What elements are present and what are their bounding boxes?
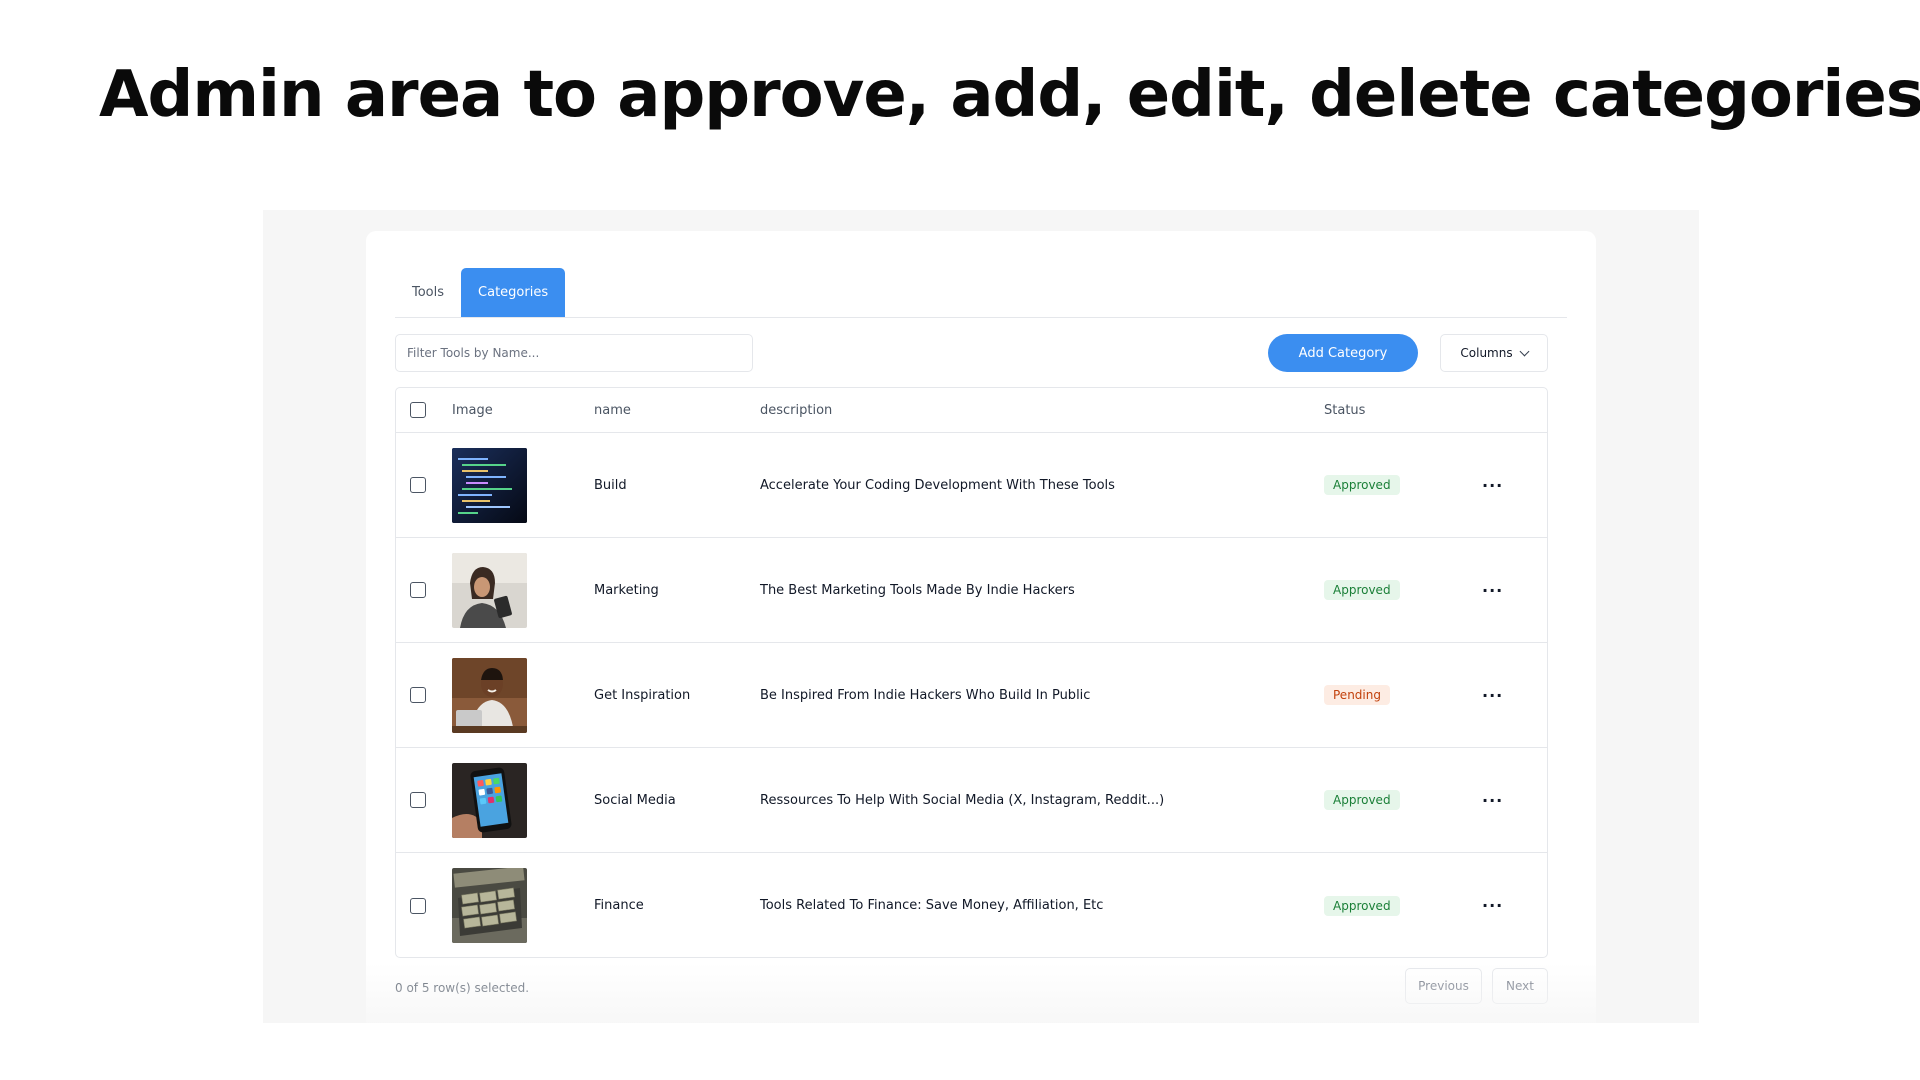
header-name[interactable]: name	[594, 388, 631, 432]
more-horizontal-icon[interactable]: ···	[1478, 892, 1507, 919]
header-image: Image	[452, 402, 493, 418]
previous-page-button[interactable]: Previous	[1405, 968, 1482, 1004]
table-row: Finance Tools Related To Finance: Save M…	[396, 853, 1547, 957]
category-name: Get Inspiration	[594, 687, 691, 703]
category-description: Ressources To Help With Social Media (X,…	[760, 792, 1165, 808]
categories-table: Image name description Status Build Acce…	[395, 387, 1548, 958]
status-badge: Approved	[1324, 790, 1400, 810]
more-horizontal-icon[interactable]: ···	[1478, 787, 1507, 814]
category-name: Build	[594, 477, 627, 493]
screenshot-stage: Tools Categories Add Category Columns Im…	[263, 210, 1699, 1023]
table-row: Get Inspiration Be Inspired From Indie H…	[396, 643, 1547, 748]
status-badge: Pending	[1324, 685, 1390, 705]
more-horizontal-icon[interactable]: ···	[1478, 577, 1507, 604]
header-status[interactable]: Status	[1324, 388, 1365, 432]
category-name: Marketing	[594, 582, 659, 598]
category-description: Accelerate Your Coding Development With …	[760, 477, 1115, 493]
table-row: Social Media Ressources To Help With Soc…	[396, 748, 1547, 853]
more-horizontal-icon[interactable]: ···	[1478, 682, 1507, 709]
category-image	[452, 762, 527, 838]
select-all-checkbox[interactable]	[410, 402, 426, 418]
table-header-row: Image name description Status	[396, 388, 1547, 433]
table-row: Build Accelerate Your Coding Development…	[396, 433, 1547, 538]
row-checkbox[interactable]	[410, 477, 426, 493]
header-description[interactable]: description	[760, 388, 832, 432]
tab-tools[interactable]: Tools	[395, 268, 461, 317]
more-horizontal-icon[interactable]: ···	[1478, 472, 1507, 499]
next-page-button[interactable]: Next	[1492, 968, 1548, 1004]
status-badge: Approved	[1324, 580, 1400, 600]
category-name: Finance	[594, 898, 644, 913]
category-image	[452, 657, 527, 733]
add-category-button[interactable]: Add Category	[1268, 334, 1418, 372]
row-checkbox[interactable]	[410, 687, 426, 703]
category-description: The Best Marketing Tools Made By Indie H…	[760, 582, 1075, 598]
row-checkbox[interactable]	[410, 582, 426, 598]
status-badge: Approved	[1324, 895, 1400, 916]
category-image	[452, 447, 527, 523]
page-headline: Admin area to approve, add, edit, delete…	[99, 58, 1920, 132]
admin-panel: Tools Categories Add Category Columns Im…	[366, 231, 1596, 1023]
table-row: Marketing The Best Marketing Tools Made …	[396, 538, 1547, 643]
row-checkbox[interactable]	[410, 897, 426, 914]
row-checkbox[interactable]	[410, 792, 426, 808]
filter-tools-input[interactable]	[395, 334, 753, 372]
tab-categories[interactable]: Categories	[461, 268, 566, 317]
columns-dropdown-button[interactable]: Columns	[1440, 334, 1548, 372]
category-image	[452, 868, 527, 943]
category-description: Be Inspired From Indie Hackers Who Build…	[760, 687, 1091, 703]
tab-bar: Tools Categories	[395, 268, 1567, 318]
columns-label: Columns	[1460, 346, 1513, 360]
status-badge: Approved	[1324, 475, 1400, 495]
category-image	[452, 552, 527, 628]
selection-count: 0 of 5 row(s) selected.	[395, 981, 530, 995]
category-name: Social Media	[594, 792, 676, 808]
category-description: Tools Related To Finance: Save Money, Af…	[760, 898, 1104, 913]
chevron-down-icon	[1519, 346, 1530, 356]
